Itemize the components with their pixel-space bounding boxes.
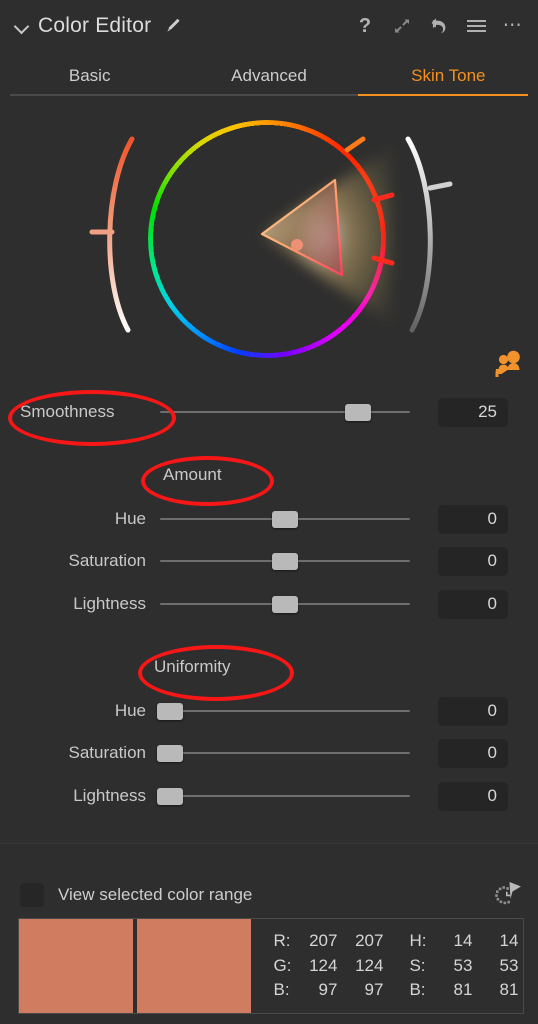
- readout-key-h: H:: [409, 930, 427, 950]
- color-selection-wedge[interactable]: [148, 120, 395, 348]
- amount-hue-value[interactable]: 0: [438, 504, 508, 534]
- amount-heading: Amount: [163, 465, 222, 484]
- color-swatch-readout-bar: R: 207 207 H: 14 14 G: 124 124 S: 53 53 …: [18, 918, 524, 1014]
- readout-r-after: 207: [355, 930, 384, 950]
- slider-thumb[interactable]: [272, 553, 298, 570]
- uniformity-hue-slider[interactable]: [157, 700, 410, 722]
- slider-track: [160, 710, 410, 712]
- readout-key-brightness: B:: [409, 980, 426, 1000]
- amount-lightness-slider[interactable]: [160, 593, 410, 615]
- saturation-range-arc[interactable]: [86, 132, 156, 337]
- readout-h-before: 14: [453, 930, 473, 950]
- readout-row: G: 124 124 S: 53 53: [274, 954, 519, 979]
- chevron-down-icon[interactable]: [12, 16, 32, 36]
- amount-saturation-slider[interactable]: [160, 550, 410, 572]
- uniformity-saturation-value[interactable]: 0: [438, 738, 508, 768]
- readout-b-after: 97: [364, 980, 384, 1000]
- slider-track: [160, 411, 410, 413]
- readout-g-before: 124: [309, 955, 338, 975]
- uniformity-hue-row: Hue 0: [0, 696, 538, 726]
- color-wheel-area[interactable]: [0, 102, 538, 392]
- amount-lightness-label: Lightness: [73, 594, 146, 613]
- amount-saturation-label: Saturation: [68, 551, 147, 570]
- uniformity-hue-label: Hue: [114, 701, 146, 720]
- uniformity-saturation-row: Saturation 0: [0, 738, 538, 768]
- color-values-readout: R: 207 207 H: 14 14 G: 124 124 S: 53 53 …: [251, 919, 523, 1013]
- uniformity-heading: Uniformity: [154, 657, 231, 676]
- amount-saturation-value[interactable]: 0: [438, 546, 508, 576]
- readout-brightness-before: 81: [453, 980, 473, 1000]
- page-title: Color Editor: [38, 14, 152, 37]
- header-icon-group: ? ⋯: [354, 15, 524, 37]
- readout-s-before: 53: [453, 955, 473, 975]
- lightness-range-arc[interactable]: [386, 132, 456, 337]
- menu-icon[interactable]: [465, 15, 487, 37]
- selected-color-dot: [291, 239, 303, 251]
- view-color-range-label: View selected color range: [58, 885, 253, 904]
- readout-h-after: 14: [499, 930, 519, 950]
- slider-thumb[interactable]: [157, 745, 183, 762]
- tab-active-indicator: [358, 94, 528, 96]
- readout-r-before: 207: [309, 930, 338, 950]
- uniformity-lightness-value[interactable]: 0: [438, 781, 508, 811]
- readout-key-s: S:: [409, 955, 426, 975]
- smoothness-slider[interactable]: [160, 401, 410, 423]
- swatch-after[interactable]: [137, 919, 251, 1013]
- slider-thumb[interactable]: [272, 596, 298, 613]
- readout-key-b: B:: [273, 980, 290, 1000]
- smoothness-value[interactable]: 25: [438, 397, 508, 427]
- uniformity-saturation-slider[interactable]: [157, 742, 410, 764]
- color-editor-panel: Color Editor ? ⋯ Basic Advanced Skin Ton…: [0, 0, 538, 1024]
- readout-row: B: 97 97 B: 81 81: [274, 978, 519, 1003]
- help-icon[interactable]: ?: [354, 15, 376, 37]
- amount-hue-slider[interactable]: [160, 508, 410, 530]
- tab-advanced[interactable]: Advanced: [179, 56, 358, 96]
- tab-skin-tone[interactable]: Skin Tone: [359, 56, 538, 96]
- swatch-before[interactable]: [19, 919, 133, 1013]
- tab-basic[interactable]: Basic: [0, 56, 179, 96]
- slider-track: [160, 752, 410, 754]
- uniformity-lightness-slider[interactable]: [157, 785, 410, 807]
- view-selected-color-range-row: View selected color range: [0, 879, 538, 911]
- readout-b-before: 97: [318, 980, 338, 1000]
- slider-thumb[interactable]: [157, 788, 183, 805]
- uniformity-lightness-row: Lightness 0: [0, 781, 538, 811]
- selection-cursor-icon[interactable]: [490, 880, 524, 910]
- skin-tone-picker-icon[interactable]: [490, 348, 524, 382]
- readout-key-r: R:: [273, 930, 291, 950]
- uniformity-saturation-label: Saturation: [68, 743, 147, 762]
- brush-picker-icon[interactable]: [161, 15, 183, 37]
- section-divider: [0, 843, 538, 844]
- panel-header: Color Editor ? ⋯: [0, 0, 538, 52]
- smoothness-label: Smoothness: [20, 402, 115, 421]
- slider-thumb[interactable]: [157, 703, 183, 720]
- readout-s-after: 53: [499, 955, 519, 975]
- slider-track: [160, 795, 410, 797]
- reset-icon[interactable]: [428, 15, 450, 37]
- amount-lightness-value[interactable]: 0: [438, 589, 508, 619]
- amount-saturation-row: Saturation 0: [0, 546, 538, 576]
- readout-row: R: 207 207 H: 14 14: [274, 929, 519, 954]
- more-options-icon[interactable]: ⋯: [502, 15, 524, 37]
- view-color-range-checkbox[interactable]: [20, 883, 44, 907]
- expand-icon[interactable]: [391, 15, 413, 37]
- smoothness-row: Smoothness 25: [0, 397, 538, 427]
- amount-lightness-row: Lightness 0: [0, 589, 538, 619]
- slider-thumb[interactable]: [272, 511, 298, 528]
- slider-thumb[interactable]: [344, 404, 371, 421]
- readout-key-g: G:: [273, 955, 292, 975]
- amount-hue-row: Hue 0: [0, 504, 538, 534]
- readout-g-after: 124: [355, 955, 384, 975]
- uniformity-hue-value[interactable]: 0: [438, 696, 508, 726]
- tab-bar: Basic Advanced Skin Tone: [0, 56, 538, 96]
- readout-brightness-after: 81: [499, 980, 519, 1000]
- uniformity-lightness-label: Lightness: [73, 786, 146, 805]
- amount-hue-label: Hue: [114, 509, 146, 528]
